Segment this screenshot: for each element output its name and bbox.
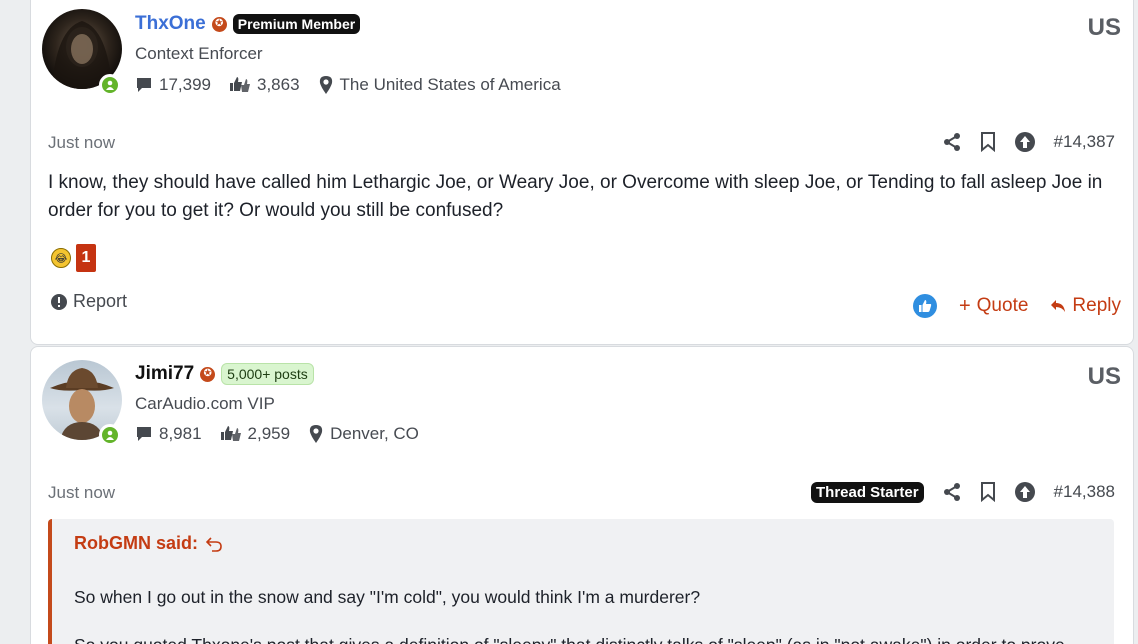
alert-icon [51, 293, 67, 310]
location-stat: The United States of America [318, 75, 561, 95]
post-count-badge: 5,000+ posts [221, 363, 314, 385]
report-label: Report [73, 291, 128, 311]
bookmark-icon[interactable] [980, 132, 996, 152]
user-title: Context Enforcer [135, 44, 263, 63]
quote-text: So you quoted Thxone's post that gives a… [74, 633, 1084, 644]
post-number[interactable]: #14,387 [1054, 132, 1115, 152]
quote-author-label: RobGMN said: [74, 533, 198, 553]
post-card: Jimi77 ✪ 5,000+ posts CarAudio.com VIP 8… [30, 346, 1134, 644]
user-title: CarAudio.com VIP [135, 394, 275, 413]
upvote-icon[interactable] [1014, 131, 1036, 153]
post-card: ThxOne ✪ Premium Member Context Enforcer… [30, 0, 1134, 345]
thread-starter-badge: Thread Starter [811, 481, 924, 503]
like-button[interactable] [912, 294, 937, 318]
user-stats: 17,399 3,863 The United States of Americ… [135, 75, 579, 95]
country-code: US [1087, 363, 1121, 390]
reply-arrow-icon [1051, 300, 1066, 312]
online-status-icon [99, 424, 121, 446]
plus-icon: + [958, 294, 971, 317]
location-pin-icon [309, 425, 323, 443]
quote-text: So when I go out in the snow and say "I'… [74, 587, 701, 607]
username-row: Jimi77 ✪ 5,000+ posts [135, 363, 314, 385]
online-status-icon [99, 74, 121, 96]
reactions-count: 3,863 [257, 75, 300, 94]
messages-stat: 8,981 [135, 424, 202, 444]
message-icon [137, 427, 151, 441]
location-pin-icon [319, 76, 332, 94]
messages-stat: 17,399 [135, 75, 211, 95]
location-text[interactable]: The United States of America [340, 75, 561, 95]
jump-to-quote-icon [206, 536, 222, 552]
share-icon[interactable] [942, 132, 962, 152]
post-actions: Thread Starter #14,388 [811, 481, 1115, 503]
reaction-count: 1 [76, 244, 96, 272]
bookmark-icon[interactable] [980, 482, 996, 502]
reaction-summary[interactable]: 😂 1 [51, 244, 96, 272]
location-stat: Denver, CO [308, 424, 419, 444]
messages-count: 8,981 [159, 424, 202, 443]
username-row: ThxOne ✪ Premium Member [135, 13, 361, 35]
user-stats: 8,981 2,959 Denver, CO [135, 424, 437, 444]
location-text[interactable]: Denver, CO [330, 424, 419, 444]
quote-button[interactable]: + Quote [959, 295, 1028, 318]
post-body: I know, they should have called him Leth… [48, 172, 1103, 221]
star-badge-icon: ✪ [200, 366, 216, 382]
post-footer-actions: + Quote Reply [912, 294, 1121, 318]
post-number[interactable]: #14,388 [1054, 482, 1115, 502]
country-code: US [1087, 14, 1121, 41]
post-actions: #14,387 [942, 131, 1115, 153]
reply-button[interactable]: Reply [1050, 295, 1121, 317]
messages-count: 17,399 [159, 75, 211, 94]
reply-label: Reply [1072, 295, 1121, 316]
quote-block: RobGMN said: So when I go out in the sno… [48, 519, 1114, 644]
star-badge-icon: ✪ [211, 16, 227, 32]
upvote-icon[interactable] [1014, 481, 1036, 503]
share-icon[interactable] [942, 482, 962, 502]
message-icon [137, 78, 151, 92]
thumbs-icon [230, 77, 250, 92]
premium-member-badge: Premium Member [232, 14, 361, 34]
post-time[interactable]: Just now [48, 133, 115, 153]
thumbs-icon [220, 426, 241, 441]
post-time[interactable]: Just now [48, 483, 115, 503]
username-link[interactable]: ThxOne [135, 13, 206, 35]
quote-label: Quote [976, 295, 1029, 316]
laugh-reaction-icon: 😂 [51, 248, 71, 268]
quote-author-link[interactable]: RobGMN said: [74, 533, 222, 554]
thumbs-up-icon [918, 300, 932, 312]
reactions-stat: 2,959 [220, 424, 291, 444]
reactions-stat: 3,863 [229, 75, 300, 95]
reactions-count: 2,959 [247, 424, 291, 443]
report-button[interactable]: Report [51, 291, 127, 312]
username-link[interactable]: Jimi77 [135, 363, 194, 385]
